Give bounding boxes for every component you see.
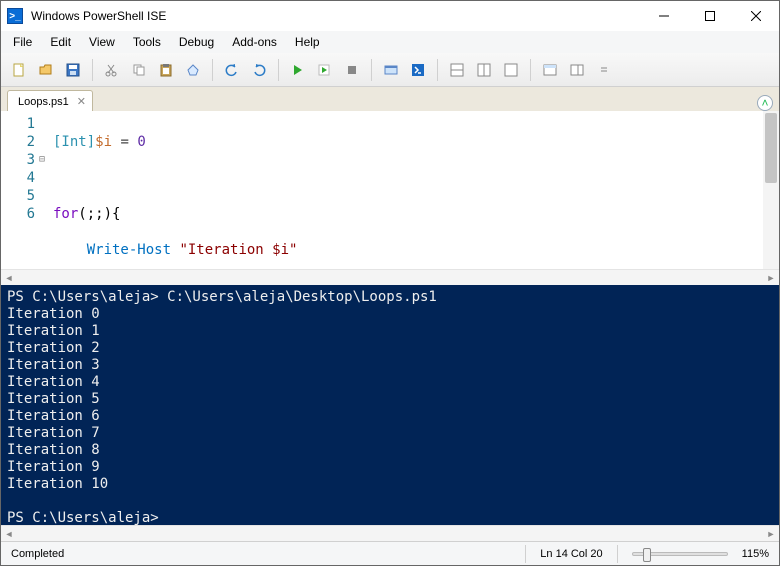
run-selection-button[interactable]: [313, 58, 337, 82]
status-zoom: 115%: [742, 548, 769, 560]
scroll-right-icon[interactable]: ►: [763, 270, 779, 285]
toolbar-overflow-button[interactable]: [592, 58, 616, 82]
show-command-addon-button[interactable]: [565, 58, 589, 82]
menu-edit[interactable]: Edit: [42, 33, 79, 51]
editor-horizontal-scrollbar[interactable]: ◄ ►: [1, 269, 779, 285]
app-icon: >_: [7, 8, 23, 24]
open-file-button[interactable]: [34, 58, 58, 82]
status-line-col: Ln 14 Col 20: [540, 548, 602, 560]
status-bar: Completed Ln 14 Col 20 115%: [1, 541, 779, 565]
menu-debug[interactable]: Debug: [171, 33, 222, 51]
menu-bar: File Edit View Tools Debug Add-ons Help: [1, 31, 779, 53]
console-pane[interactable]: PS C:\Users\aleja> C:\Users\aleja\Deskto…: [1, 285, 779, 525]
maximize-button[interactable]: [687, 1, 733, 31]
save-button[interactable]: [61, 58, 85, 82]
toolbar-separator: [437, 59, 438, 81]
undo-button[interactable]: [220, 58, 244, 82]
close-button[interactable]: [733, 1, 779, 31]
run-button[interactable]: [286, 58, 310, 82]
toolbar-separator: [371, 59, 372, 81]
line-number-gutter: 1 2 3 4 5 6: [1, 111, 39, 269]
show-command-window-button[interactable]: [538, 58, 562, 82]
console-horizontal-scrollbar[interactable]: ◄ ►: [1, 525, 779, 541]
show-script-pane-top-button[interactable]: [445, 58, 469, 82]
toolbar: [1, 53, 779, 87]
redo-button[interactable]: [247, 58, 271, 82]
tab-strip: Loops.ps1 ✕ ˄: [1, 87, 779, 111]
editor-vertical-scrollbar[interactable]: [763, 111, 779, 269]
title-bar: >_ Windows PowerShell ISE: [1, 1, 779, 31]
toolbar-separator: [530, 59, 531, 81]
menu-file[interactable]: File: [5, 33, 40, 51]
cut-button[interactable]: [100, 58, 124, 82]
menu-help[interactable]: Help: [287, 33, 328, 51]
minimize-button[interactable]: [641, 1, 687, 31]
fold-column: ⊟: [39, 111, 51, 269]
tab-close-icon[interactable]: ✕: [77, 95, 86, 108]
scroll-right-icon[interactable]: ►: [763, 526, 779, 541]
zoom-slider[interactable]: [632, 552, 728, 556]
stop-button[interactable]: [340, 58, 364, 82]
menu-tools[interactable]: Tools: [125, 33, 169, 51]
toolbar-separator: [278, 59, 279, 81]
toolbar-separator: [92, 59, 93, 81]
menu-view[interactable]: View: [81, 33, 123, 51]
tab-loops[interactable]: Loops.ps1 ✕: [7, 90, 93, 112]
tab-label: Loops.ps1: [18, 96, 69, 108]
toolbar-separator: [212, 59, 213, 81]
status-message: Completed: [11, 548, 64, 560]
new-remote-tab-button[interactable]: [379, 58, 403, 82]
show-script-pane-right-button[interactable]: [472, 58, 496, 82]
new-file-button[interactable]: [7, 58, 31, 82]
code-area[interactable]: [Int]$i = 0 for(;;){ Write-Host "Iterati…: [51, 111, 779, 269]
collapse-script-pane-button[interactable]: ˄: [757, 95, 773, 111]
copy-button[interactable]: [127, 58, 151, 82]
menu-addons[interactable]: Add-ons: [224, 33, 285, 51]
clear-button[interactable]: [181, 58, 205, 82]
script-editor[interactable]: 1 2 3 4 5 6 ⊟ [Int]$i = 0 for(;;){ Write…: [1, 111, 779, 269]
paste-button[interactable]: [154, 58, 178, 82]
show-script-pane-max-button[interactable]: [499, 58, 523, 82]
scroll-left-icon[interactable]: ◄: [1, 526, 17, 541]
scroll-left-icon[interactable]: ◄: [1, 270, 17, 285]
window-title: Windows PowerShell ISE: [31, 9, 166, 23]
start-powershell-button[interactable]: [406, 58, 430, 82]
